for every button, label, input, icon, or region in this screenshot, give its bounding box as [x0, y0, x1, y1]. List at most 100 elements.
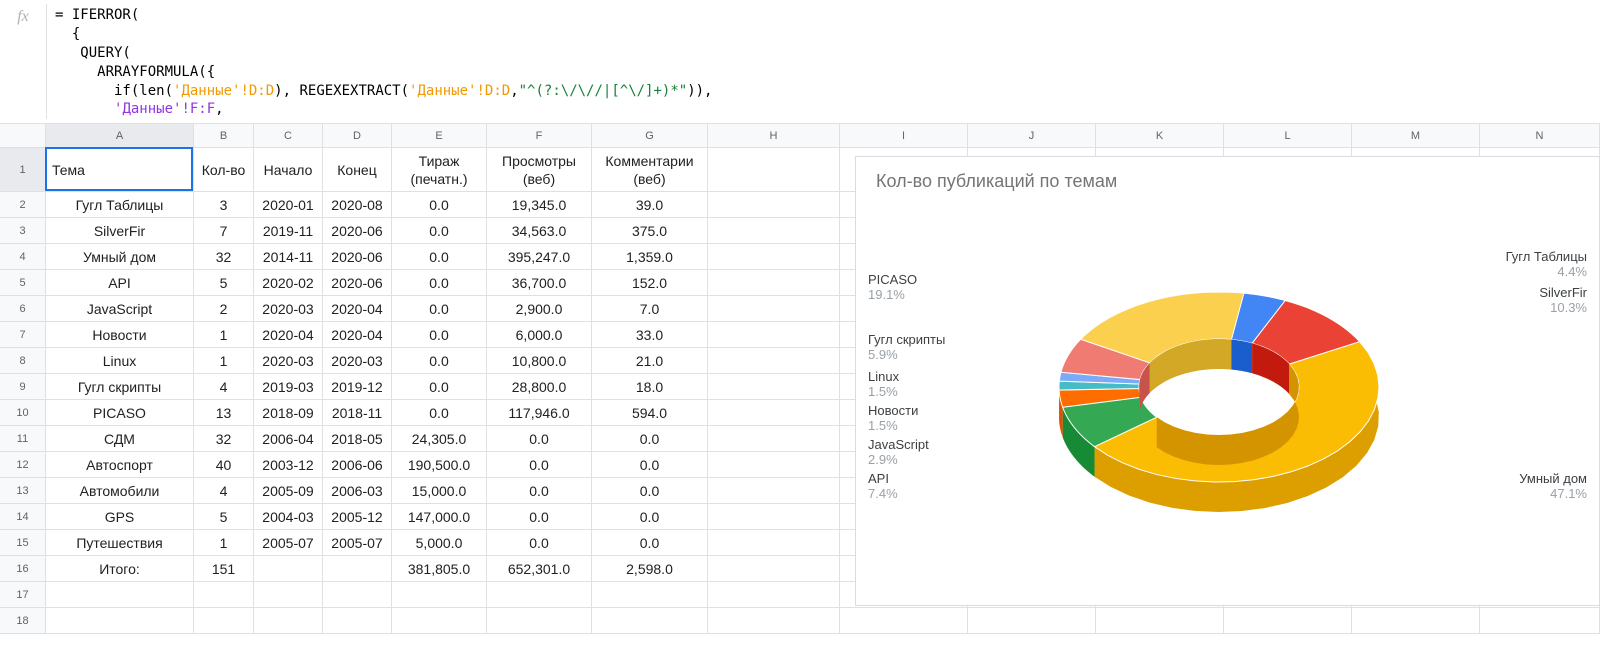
row-header[interactable]: 8 [0, 348, 46, 374]
cell[interactable]: 2006-03 [323, 478, 392, 503]
cell[interactable]: 2020-01 [254, 192, 323, 217]
cell[interactable]: 652,301.0 [487, 556, 592, 581]
cell[interactable]: Linux [46, 348, 194, 373]
cell[interactable]: Автоспорт [46, 452, 194, 477]
cell[interactable]: 0.0 [392, 374, 487, 399]
cell[interactable]: 2020-04 [323, 296, 392, 321]
cell[interactable]: 2005-07 [254, 530, 323, 555]
row-header-1[interactable]: 1 [0, 148, 46, 192]
col-header-L[interactable]: L [1224, 124, 1352, 147]
cell[interactable]: 0.0 [487, 452, 592, 477]
cell[interactable]: 0.0 [392, 322, 487, 347]
row-header[interactable]: 7 [0, 322, 46, 348]
cell[interactable]: 2018-05 [323, 426, 392, 451]
row-header[interactable]: 18 [0, 608, 46, 634]
cell[interactable]: Итого: [46, 556, 194, 581]
cell[interactable]: 2020-03 [254, 348, 323, 373]
cell[interactable]: 7 [194, 218, 254, 243]
cell[interactable]: 5 [194, 504, 254, 529]
cell[interactable]: 39.0 [592, 192, 708, 217]
cell[interactable]: 1,359.0 [592, 244, 708, 269]
cell[interactable] [392, 608, 487, 633]
cell[interactable] [487, 582, 592, 607]
cell[interactable] [708, 556, 840, 581]
cell[interactable]: 2020-06 [323, 244, 392, 269]
cell[interactable]: 0.0 [592, 478, 708, 503]
cell[interactable] [708, 244, 840, 269]
col-header-F[interactable]: F [487, 124, 592, 147]
cell[interactable]: 2005-07 [323, 530, 392, 555]
cell[interactable]: 0.0 [487, 504, 592, 529]
cell[interactable]: 0.0 [592, 426, 708, 451]
col-header-G[interactable]: G [592, 124, 708, 147]
cell[interactable]: API [46, 270, 194, 295]
cell[interactable] [708, 608, 840, 633]
cell[interactable]: 5,000.0 [392, 530, 487, 555]
cell[interactable] [708, 478, 840, 503]
col-header-I[interactable]: I [840, 124, 968, 147]
row-header[interactable]: 10 [0, 400, 46, 426]
cell[interactable] [487, 608, 592, 633]
cell[interactable] [254, 608, 323, 633]
cell[interactable]: 10,800.0 [487, 348, 592, 373]
row-header[interactable]: 9 [0, 374, 46, 400]
cell[interactable] [708, 504, 840, 529]
cell[interactable]: 0.0 [487, 478, 592, 503]
cell[interactable] [708, 148, 840, 191]
cell[interactable]: 2019-11 [254, 218, 323, 243]
col-header-E[interactable]: E [392, 124, 487, 147]
cell[interactable]: 0.0 [392, 270, 487, 295]
cell[interactable]: 2014-11 [254, 244, 323, 269]
cell[interactable]: 32 [194, 426, 254, 451]
cell[interactable]: SilverFir [46, 218, 194, 243]
cell[interactable]: 2020-06 [323, 218, 392, 243]
row-header[interactable]: 11 [0, 426, 46, 452]
cell[interactable]: Автомобили [46, 478, 194, 503]
cell[interactable]: 4 [194, 374, 254, 399]
cell[interactable] [392, 582, 487, 607]
cell[interactable]: Умный дом [46, 244, 194, 269]
cell[interactable] [592, 582, 708, 607]
cell[interactable]: 2020-03 [323, 348, 392, 373]
cell[interactable]: Конец [323, 148, 392, 191]
cell[interactable]: 0.0 [592, 452, 708, 477]
cell[interactable]: 2,900.0 [487, 296, 592, 321]
formula-input[interactable]: = IFERROR( { QUERY( ARRAYFORMULA({ if(le… [55, 4, 713, 119]
cell[interactable] [1352, 608, 1480, 633]
col-header-H[interactable]: H [708, 124, 840, 147]
cell[interactable]: Новости [46, 322, 194, 347]
cell[interactable]: Гугл Таблицы [46, 192, 194, 217]
cell[interactable]: 6,000.0 [487, 322, 592, 347]
cell[interactable]: 0.0 [592, 504, 708, 529]
cell[interactable] [323, 556, 392, 581]
cell[interactable]: 2018-09 [254, 400, 323, 425]
cell[interactable]: 395,247.0 [487, 244, 592, 269]
chart-publications-by-topic[interactable]: Кол-во публикаций по темам PICASO19.1% Г… [855, 156, 1600, 606]
cell[interactable]: 21.0 [592, 348, 708, 373]
cell[interactable]: 2020-08 [323, 192, 392, 217]
cell[interactable]: 18.0 [592, 374, 708, 399]
cell[interactable]: Гугл скрипты [46, 374, 194, 399]
cell[interactable]: 190,500.0 [392, 452, 487, 477]
cell[interactable]: 151 [194, 556, 254, 581]
cell[interactable]: 40 [194, 452, 254, 477]
cell[interactable]: 2005-12 [323, 504, 392, 529]
cell[interactable]: 1 [194, 348, 254, 373]
cell[interactable]: 381,805.0 [392, 556, 487, 581]
select-all-corner[interactable] [0, 124, 46, 147]
cell[interactable]: 7.0 [592, 296, 708, 321]
cell[interactable] [592, 608, 708, 633]
cell[interactable]: 19,345.0 [487, 192, 592, 217]
cell[interactable]: 2004-03 [254, 504, 323, 529]
cell[interactable] [254, 582, 323, 607]
cell[interactable]: PICASO [46, 400, 194, 425]
cell[interactable]: 2020-04 [323, 322, 392, 347]
row-header[interactable]: 12 [0, 452, 46, 478]
cell[interactable]: 3 [194, 192, 254, 217]
col-header-D[interactable]: D [323, 124, 392, 147]
cell[interactable]: GPS [46, 504, 194, 529]
cell[interactable]: Путешествия [46, 530, 194, 555]
cell[interactable] [708, 426, 840, 451]
cell[interactable]: 117,946.0 [487, 400, 592, 425]
row-header[interactable]: 16 [0, 556, 46, 582]
